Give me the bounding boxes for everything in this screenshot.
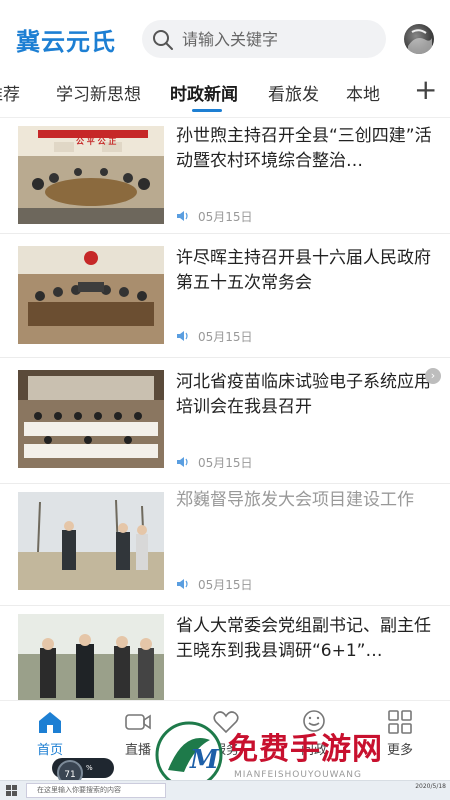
news-list: 公 平 公 正 孙世煦主持召开全县“三创四建”活动暨农村环境综合整治… 05月1… [0, 118, 450, 700]
news-item[interactable]: 郑巍督导旅发大会项目建设工作 05月15日 [0, 484, 450, 606]
add-tab-button[interactable]: + [414, 76, 437, 104]
news-date: 05月15日 [198, 210, 253, 224]
search-icon [153, 30, 173, 50]
speaker-icon [177, 457, 188, 467]
avatar-image [408, 29, 432, 54]
taskbar-search[interactable]: 在这里输入你要搜索的内容 [26, 783, 166, 798]
search-input[interactable] [182, 20, 378, 58]
news-title: 河北省疫苗临床试验电子系统应用培训会在我县召开 [176, 372, 431, 417]
news-item[interactable]: 省人大常委会党组副书记、副主任王晓东到我县调研“6+1”… [0, 606, 450, 700]
tab-study-new-thought[interactable]: 学习新思想 [56, 80, 141, 105]
news-title: 孙世煦主持召开全县“三创四建”活动暨农村环境综合整治… [176, 126, 432, 171]
category-tabs: 推荐 学习新思想 时政新闻 看旅发 本地 + [0, 72, 450, 118]
news-thumbnail [18, 370, 164, 468]
nav-home[interactable]: 首页 [20, 709, 80, 758]
thumbnail-banner: 公 平 公 正 [76, 137, 117, 146]
news-thumbnail [18, 492, 164, 590]
video-icon [125, 714, 151, 730]
news-title: 郑巍督导旅发大会项目建设工作 [176, 490, 414, 510]
home-icon [39, 712, 61, 733]
news-date: 05月15日 [198, 456, 253, 470]
scroll-handle[interactable]: › [425, 368, 441, 384]
active-tab-indicator [192, 109, 222, 112]
tab-local[interactable]: 本地 [346, 80, 380, 105]
tab-recommend[interactable]: 推荐 [0, 80, 20, 105]
taskbar: 在这里输入你要搜索的内容 2020/5/18 [0, 780, 450, 800]
tab-tourism[interactable]: 看旅发 [268, 80, 319, 105]
nav-label: 首页 [36, 743, 63, 758]
news-meta: 05月15日 [176, 454, 253, 471]
header: 冀云元氏 [0, 0, 450, 72]
app-logo: 冀云元氏 [16, 28, 116, 56]
speaker-icon [177, 211, 188, 221]
news-thumbnail [18, 246, 164, 344]
app-window: 冀云元氏 推荐 学习新思想 时政新闻 看旅发 本地 + [0, 0, 450, 800]
search-bar[interactable] [142, 20, 386, 58]
news-item[interactable]: 许尽晖主持召开县十六届人民政府第五十五次常务会 05月15日 [0, 234, 450, 358]
news-item[interactable]: 河北省疫苗临床试验电子系统应用培训会在我县召开 05月15日 › [0, 358, 450, 484]
news-title: 省人大常委会党组副书记、副主任王晓东到我县调研“6+1”… [176, 616, 431, 661]
windows-icon[interactable] [6, 785, 17, 796]
avatar[interactable] [404, 24, 434, 54]
watermark-logo-letter: M [189, 745, 220, 775]
news-thumbnail [18, 614, 164, 700]
news-date: 05月15日 [198, 330, 253, 344]
tab-politics-news[interactable]: 时政新闻 [170, 80, 238, 105]
news-date: 05月15日 [198, 578, 253, 592]
watermark-text: 免费手游网 [228, 732, 383, 767]
watermark-subtext: MIANFEISHOUYOUWANG [234, 770, 362, 780]
news-meta: 05月15日 [176, 328, 253, 345]
speaker-icon [177, 579, 188, 589]
perf-unit: % [86, 764, 93, 772]
taskbar-clock: 2020/5/18 [415, 783, 446, 790]
news-meta: 05月15日 [176, 576, 253, 593]
speaker-icon [177, 331, 188, 341]
news-item[interactable]: 公 平 公 正 孙世煦主持召开全县“三创四建”活动暨农村环境综合整治… 05月1… [0, 118, 450, 234]
news-meta: 05月15日 [176, 208, 253, 225]
news-title: 许尽晖主持召开县十六届人民政府第五十五次常务会 [176, 248, 431, 293]
